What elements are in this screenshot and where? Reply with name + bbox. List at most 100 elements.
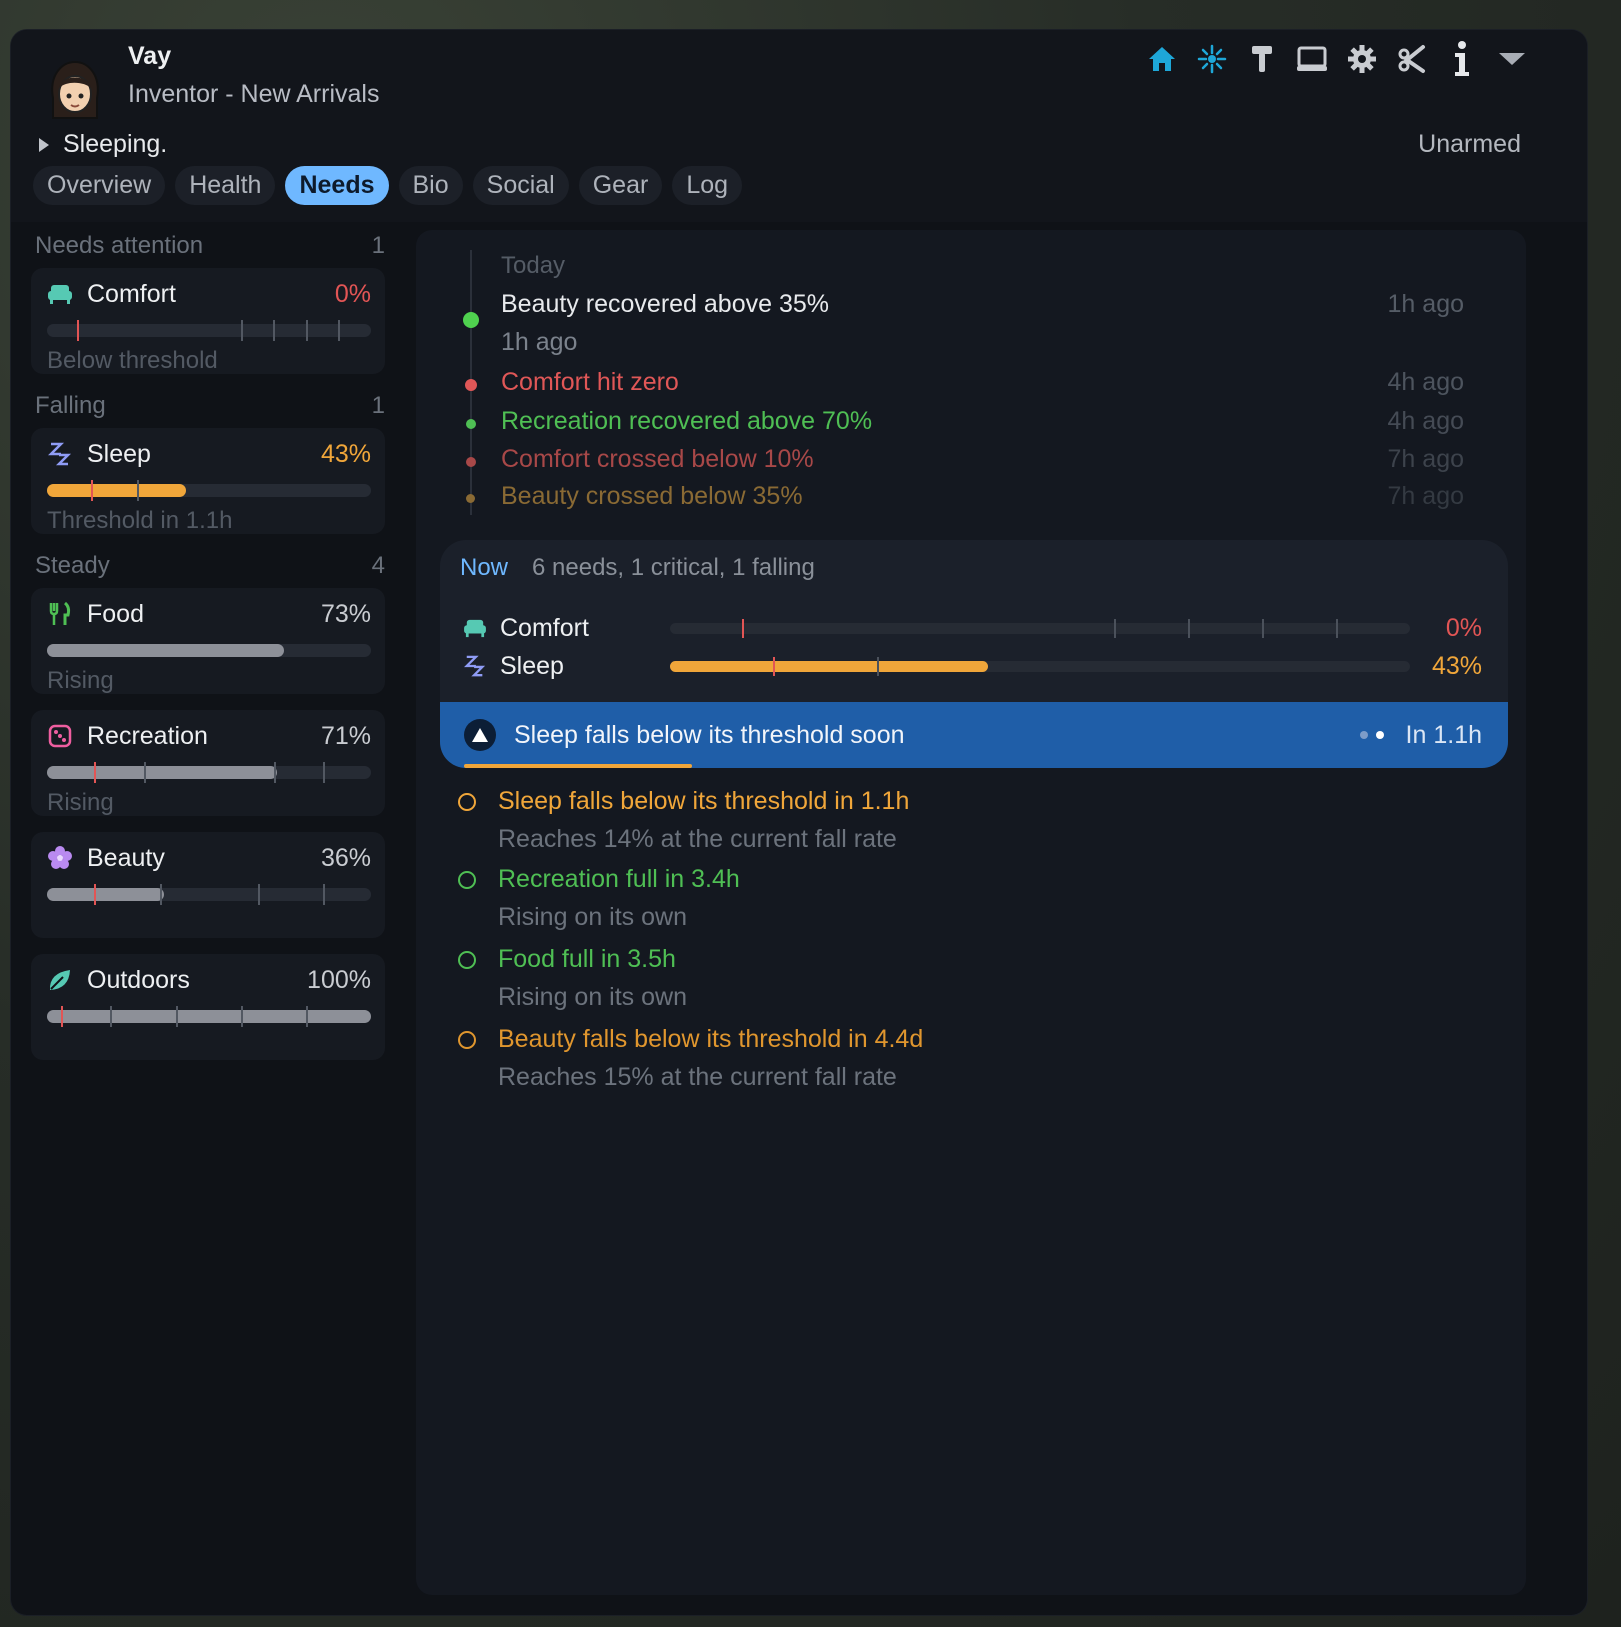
now-need-percent: 0% bbox=[1445, 613, 1482, 642]
fork-knife-icon bbox=[47, 601, 73, 627]
need-card-comfort[interactable]: Comfort 0% Below threshold bbox=[31, 268, 385, 374]
gear-icon[interactable] bbox=[1345, 42, 1379, 76]
tab-overview[interactable]: Overview bbox=[33, 166, 166, 205]
threshold-tick bbox=[773, 656, 775, 676]
need-card-recreation[interactable]: Recreation 71% Rising bbox=[31, 710, 385, 816]
dice-icon bbox=[47, 723, 73, 749]
sofa-icon bbox=[47, 281, 73, 307]
need-status bbox=[47, 1027, 371, 1067]
timeline-event[interactable]: Beauty crossed below 35% 7h ago bbox=[501, 482, 1464, 511]
event-time: 4h ago bbox=[1387, 407, 1464, 435]
bar-tick bbox=[323, 884, 325, 905]
group-count: 4 bbox=[371, 552, 385, 579]
forecast-ring bbox=[458, 793, 476, 811]
group-label: Needs attention bbox=[35, 232, 204, 259]
need-status bbox=[47, 905, 371, 945]
need-bar bbox=[47, 644, 371, 657]
pawn-name: Vay bbox=[128, 42, 172, 70]
threshold-tick bbox=[94, 884, 96, 905]
pawn-avatar[interactable] bbox=[45, 58, 105, 122]
need-percent: 71% bbox=[320, 721, 371, 750]
need-status: Rising bbox=[47, 789, 114, 816]
sofa-icon bbox=[462, 618, 488, 638]
need-bar bbox=[47, 320, 371, 341]
event-time: 7h ago bbox=[1387, 482, 1464, 510]
sleep-icon bbox=[47, 441, 73, 467]
threshold-alert[interactable]: Sleep falls below its threshold soon In … bbox=[440, 702, 1508, 768]
home-icon[interactable] bbox=[1145, 42, 1179, 76]
tab-log[interactable]: Log bbox=[672, 166, 743, 205]
forecast-ring bbox=[458, 871, 476, 889]
tab-bio[interactable]: Bio bbox=[398, 166, 463, 205]
forecast-ring bbox=[458, 951, 476, 969]
laptop-icon[interactable] bbox=[1295, 42, 1329, 76]
now-row-sleep[interactable]: Sleep 43% bbox=[462, 650, 1482, 682]
hammer-icon[interactable] bbox=[1245, 42, 1279, 76]
bar-tick bbox=[306, 1006, 308, 1027]
bar-tick bbox=[176, 1006, 178, 1027]
timeline-event[interactable]: Comfort crossed below 10% 7h ago bbox=[501, 445, 1464, 474]
event-time: 1h ago bbox=[1387, 290, 1464, 318]
event-text: Comfort crossed below 10% bbox=[501, 445, 814, 473]
scissors-icon[interactable] bbox=[1395, 42, 1429, 76]
ideology-icon[interactable] bbox=[1195, 42, 1229, 76]
bar-tick bbox=[144, 762, 146, 783]
need-bar-fill bbox=[47, 1010, 371, 1023]
alert-pager[interactable] bbox=[1359, 731, 1384, 739]
alert-text: Sleep falls below its threshold soon bbox=[514, 720, 905, 749]
bar-tick bbox=[160, 884, 162, 905]
timeline-event[interactable]: Comfort hit zero 4h ago bbox=[501, 368, 1464, 397]
info-icon[interactable] bbox=[1445, 41, 1479, 76]
now-need-name: Sleep bbox=[500, 651, 564, 680]
timeline-event[interactable]: Beauty recovered above 35% 1h ago bbox=[501, 290, 1464, 319]
need-card-outdoors[interactable]: Outdoors 100% bbox=[31, 954, 385, 1060]
forecast-title: Recreation full in 3.4h bbox=[498, 865, 740, 893]
sleep-icon bbox=[462, 654, 488, 678]
leaf-icon bbox=[47, 967, 73, 993]
now-header: Now 6 needs, 1 critical, 1 falling bbox=[460, 554, 815, 582]
need-card-sleep[interactable]: Sleep 43% Threshold in 1.1h bbox=[31, 428, 385, 534]
group-count: 1 bbox=[371, 232, 385, 259]
need-name: Recreation bbox=[87, 721, 208, 750]
bar-tick bbox=[241, 1006, 243, 1027]
now-need-bar bbox=[670, 618, 1410, 638]
need-name: Outdoors bbox=[87, 965, 190, 994]
event-text: Beauty recovered above 35% bbox=[501, 290, 829, 318]
forecast-subtitle: Reaches 14% at the current fall rate bbox=[498, 825, 897, 853]
group-label: Steady bbox=[35, 552, 110, 579]
bar-tick bbox=[877, 656, 879, 676]
tab-gear[interactable]: Gear bbox=[578, 166, 663, 205]
need-status: Below threshold bbox=[47, 347, 218, 374]
need-bar-fill bbox=[47, 888, 164, 901]
needs-detail-panel: Today Beauty recovered above 35% 1h ago … bbox=[416, 230, 1526, 1595]
need-bar-fill bbox=[47, 644, 284, 657]
event-dot bbox=[465, 379, 477, 391]
tab-health[interactable]: Health bbox=[175, 166, 276, 205]
event-subtext: 1h ago bbox=[501, 328, 578, 356]
pager-dot[interactable] bbox=[1359, 731, 1368, 739]
now-summary: 6 needs, 1 critical, 1 falling bbox=[532, 554, 815, 581]
need-name: Comfort bbox=[87, 279, 176, 308]
bar-tick bbox=[1188, 618, 1190, 638]
need-card-food[interactable]: Food 73% Rising bbox=[31, 588, 385, 694]
timeline-event[interactable]: Recreation recovered above 70% 4h ago bbox=[501, 407, 1464, 436]
forecast-subtitle: Rising on its own bbox=[498, 903, 687, 931]
need-bar bbox=[47, 480, 371, 501]
forecast-ring bbox=[458, 1031, 476, 1049]
timeline-header: Today bbox=[501, 252, 566, 279]
tab-needs[interactable]: Needs bbox=[285, 166, 389, 205]
bar-tick bbox=[241, 320, 243, 341]
group-header-needs-attention: Needs attention 1 bbox=[31, 230, 391, 262]
event-dot bbox=[466, 494, 475, 503]
need-card-beauty[interactable]: Beauty 36% bbox=[31, 832, 385, 938]
expand-icon[interactable] bbox=[39, 137, 49, 152]
tab-social[interactable]: Social bbox=[472, 166, 569, 205]
collapse-icon[interactable] bbox=[1495, 42, 1529, 76]
window-header: Vay Inventor - New Arrivals Sleeping. Un… bbox=[11, 30, 1587, 222]
bar-tick bbox=[258, 884, 260, 905]
now-row-comfort[interactable]: Comfort 0% bbox=[462, 612, 1482, 644]
need-bar bbox=[47, 1006, 371, 1027]
pawn-status[interactable]: Sleeping. bbox=[39, 130, 167, 159]
pager-dot-active[interactable] bbox=[1375, 731, 1384, 739]
pawn-window: Vay Inventor - New Arrivals Sleeping. Un… bbox=[11, 30, 1587, 1615]
